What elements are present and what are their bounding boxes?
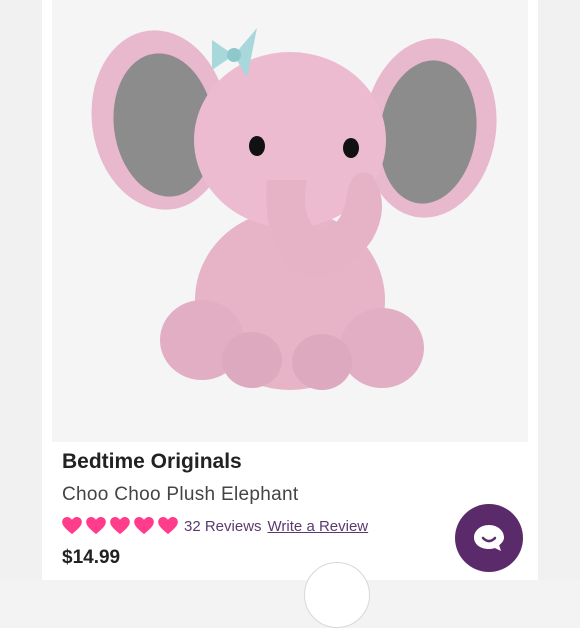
heart-icon (86, 517, 106, 535)
write-review-link[interactable]: Write a Review (268, 518, 369, 535)
product-brand[interactable]: Bedtime Originals (62, 450, 242, 474)
product-card: Bedtime Originals Choo Choo Plush Elepha… (42, 0, 538, 628)
heart-icon (110, 517, 130, 535)
product-price: $14.99 (62, 547, 121, 568)
carousel-dot-button[interactable] (304, 562, 370, 628)
reviews-count[interactable]: 32 Reviews (184, 518, 262, 535)
right-margin (538, 0, 580, 580)
product-name[interactable]: Choo Choo Plush Elephant (62, 484, 298, 506)
chat-bubble-icon (474, 525, 504, 551)
elephant-plush-illustration (91, 28, 497, 390)
heart-icon (158, 517, 178, 535)
left-margin (0, 0, 42, 580)
heart-icon (62, 517, 82, 535)
heart-icon (134, 517, 154, 535)
product-image[interactable] (52, 0, 528, 442)
rating-row: 32 Reviews Write a Review (62, 515, 368, 537)
chat-button[interactable] (455, 504, 523, 572)
